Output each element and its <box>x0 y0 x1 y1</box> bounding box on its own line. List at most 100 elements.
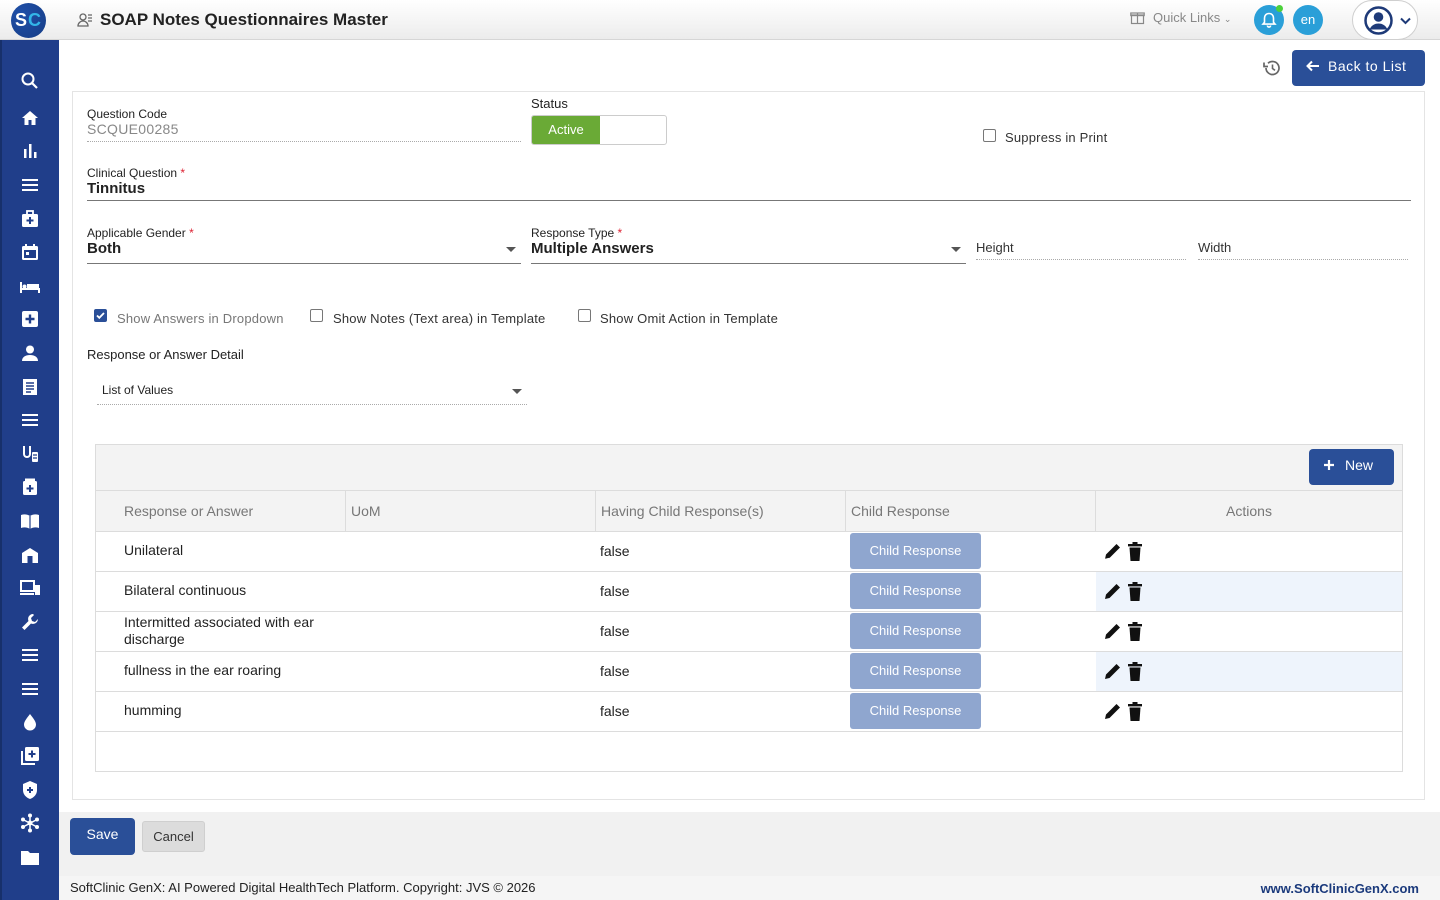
required-mark: * <box>189 226 194 240</box>
column-header-having-child[interactable]: Having Child Response(s) <box>596 491 846 531</box>
child-response-button[interactable]: Child Response <box>850 693 981 729</box>
delete-icon[interactable] <box>1128 582 1142 601</box>
list-icon[interactable] <box>19 409 41 431</box>
answer-cell: fullness in the ear roaring <box>124 662 282 678</box>
building-icon[interactable] <box>19 544 41 566</box>
pharmacy-icon[interactable] <box>19 476 41 498</box>
list-icon-3[interactable] <box>19 678 41 700</box>
profile-menu[interactable] <box>1352 0 1418 40</box>
child-response-button[interactable]: Child Response <box>850 533 981 569</box>
back-to-list-button[interactable]: Back to List <box>1292 50 1425 86</box>
book-icon[interactable] <box>19 510 41 532</box>
gift-icon <box>1130 12 1145 25</box>
actions-cell <box>1096 572 1402 611</box>
column-header-uom[interactable]: UoM <box>346 491 596 531</box>
clinical-question-label: Clinical Question * <box>87 166 185 180</box>
quick-links-menu[interactable]: Quick Links ⌄ <box>1153 10 1231 25</box>
table-row[interactable]: fullness in the ear roaring false Child … <box>96 652 1402 692</box>
logo-letter-c: C <box>28 10 42 30</box>
column-header-actions: Actions <box>1226 503 1272 519</box>
edit-icon[interactable] <box>1103 622 1122 641</box>
chevron-down-icon: ⌄ <box>1223 14 1232 24</box>
lab-icon[interactable] <box>19 443 41 465</box>
edit-icon[interactable] <box>1103 582 1122 601</box>
add-box-icon[interactable] <box>19 745 41 767</box>
applicable-gender-select[interactable]: Both <box>87 240 121 257</box>
delete-icon[interactable] <box>1128 542 1142 561</box>
shield-icon[interactable] <box>19 779 41 801</box>
answer-cell: Unilateral <box>124 542 184 558</box>
chevron-down-icon <box>1400 17 1411 25</box>
edit-icon[interactable] <box>1103 662 1122 681</box>
table-row[interactable]: Unilateral false Child Response <box>96 532 1402 572</box>
delete-icon[interactable] <box>1128 662 1142 681</box>
checkmark-icon <box>96 312 105 320</box>
actions-cell <box>1096 692 1402 731</box>
bar-chart-icon[interactable] <box>19 140 41 162</box>
hub-icon[interactable] <box>19 812 41 834</box>
table-row[interactable]: Bilateral continuous false Child Respons… <box>96 572 1402 612</box>
delete-icon[interactable] <box>1128 622 1142 641</box>
edit-icon[interactable] <box>1103 702 1122 721</box>
child-response-button[interactable]: Child Response <box>850 573 981 609</box>
width-input[interactable]: Width <box>1198 240 1231 255</box>
chevron-down-icon[interactable] <box>512 389 522 394</box>
page-title: SOAP Notes Questionnaires Master <box>100 10 388 29</box>
show-notes-checkbox[interactable] <box>310 309 323 322</box>
person-icon[interactable] <box>19 342 41 364</box>
child-response-button[interactable]: Child Response <box>850 613 981 649</box>
having-child-cell: false <box>600 703 630 719</box>
table-row[interactable]: humming false Child Response <box>96 692 1402 732</box>
wrench-icon[interactable] <box>19 611 41 633</box>
medical-plus-icon[interactable] <box>19 308 41 330</box>
quick-links-label: Quick Links <box>1153 10 1221 25</box>
child-response-button[interactable]: Child Response <box>850 653 981 689</box>
answers-grid: New Response or Answer UoM Having Child … <box>95 444 1403 772</box>
footer-link[interactable]: www.SoftClinicGenX.com <box>1261 881 1419 896</box>
folder-icon[interactable] <box>19 846 41 868</box>
column-header-answer[interactable]: Response or Answer <box>96 491 346 531</box>
new-answer-button[interactable]: New <box>1309 449 1394 485</box>
calendar-icon[interactable] <box>19 241 41 263</box>
delete-icon[interactable] <box>1128 702 1142 721</box>
status-toggle[interactable]: Active <box>531 115 667 145</box>
list-icon-2[interactable] <box>19 644 41 666</box>
bed-icon[interactable] <box>19 275 41 297</box>
clinical-question-input[interactable]: Tinnitus <box>87 180 145 197</box>
edit-icon[interactable] <box>1103 542 1122 561</box>
arrow-left-icon <box>1306 60 1319 72</box>
having-child-cell: false <box>600 543 630 559</box>
drop-icon[interactable] <box>19 711 41 733</box>
column-header-child-response[interactable]: Child Response <box>846 491 1096 531</box>
save-button[interactable]: Save <box>70 818 135 855</box>
response-type-label: Response Type * <box>531 226 622 240</box>
height-input[interactable]: Height <box>976 240 1014 255</box>
cancel-button[interactable]: Cancel <box>142 821 205 852</box>
history-icon[interactable] <box>1262 58 1282 78</box>
clinical-question-underline <box>87 200 1411 201</box>
home-icon[interactable] <box>19 107 41 129</box>
response-detail-label: Response or Answer Detail <box>87 347 244 362</box>
clinical-question-label-text: Clinical Question <box>87 166 178 180</box>
suppress-in-print-checkbox[interactable] <box>983 129 996 142</box>
show-omit-action-checkbox[interactable] <box>578 309 591 322</box>
status-active-option[interactable]: Active <box>532 116 600 144</box>
response-type-select[interactable]: Multiple Answers <box>531 240 654 257</box>
menu-icon[interactable] <box>19 174 41 196</box>
chevron-down-icon[interactable] <box>951 247 961 252</box>
app-logo[interactable]: SC <box>11 3 46 38</box>
show-notes-label: Show Notes (Text area) in Template <box>333 311 546 326</box>
show-omit-action-label: Show Omit Action in Template <box>600 311 779 326</box>
show-answers-dropdown-checkbox[interactable] <box>94 309 107 322</box>
devices-icon[interactable] <box>19 577 41 599</box>
receipt-icon[interactable] <box>19 376 41 398</box>
question-code-label: Question Code <box>87 107 168 121</box>
search-icon[interactable] <box>19 70 41 92</box>
chevron-down-icon[interactable] <box>506 247 516 252</box>
table-row[interactable]: Intermitted associated with ear discharg… <box>96 612 1402 652</box>
question-code-field: SCQUE00285 <box>87 121 179 137</box>
response-detail-select[interactable]: List of Values <box>102 383 173 397</box>
back-to-list-label: Back to List <box>1328 58 1407 74</box>
medical-bag-icon[interactable] <box>19 208 41 230</box>
language-button[interactable]: en <box>1293 5 1323 35</box>
